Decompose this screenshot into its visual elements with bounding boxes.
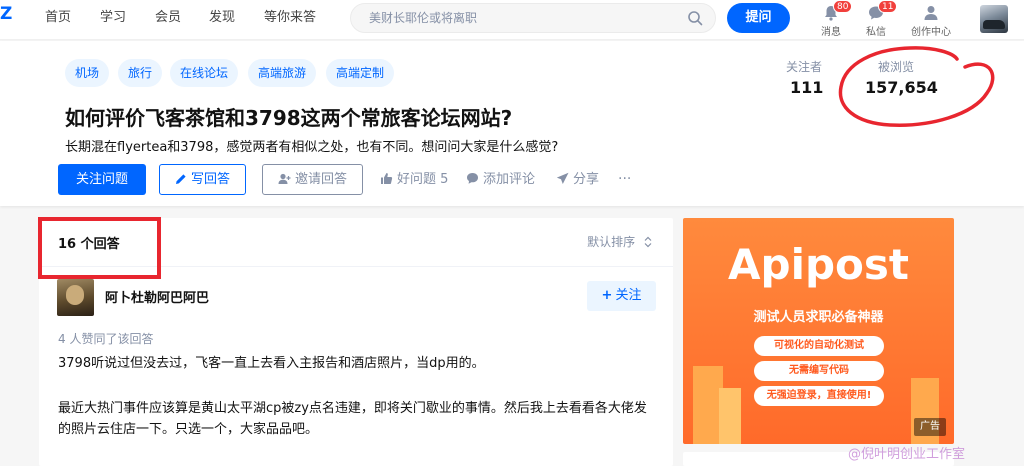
invite-answer-label: 邀请回答 (294, 172, 347, 187)
thumbs-up-icon (381, 173, 393, 184)
question-title: 如何评价飞客茶馆和3798这两个常旅客论坛网站? (65, 106, 513, 130)
search-box[interactable] (350, 3, 716, 33)
sort-dropdown[interactable]: 默认排序 (587, 233, 653, 250)
nav-learn[interactable]: 学习 (100, 0, 126, 40)
write-answer-button[interactable]: 写回答 (159, 164, 246, 195)
add-comment-label: 添加评论 (483, 172, 536, 187)
annotation-rectangle (38, 217, 161, 279)
sort-chevrons-icon (644, 236, 652, 248)
zhihu-logo[interactable]: Z (0, 4, 12, 24)
nav-discover[interactable]: 发现 (209, 0, 235, 40)
invite-answer-button[interactable]: 邀请回答 (262, 164, 363, 195)
share-button[interactable]: 分享 (556, 164, 599, 195)
comment-icon (467, 173, 478, 184)
ad-label: 广告 (914, 418, 946, 436)
topic-tag[interactable]: 高端定制 (326, 59, 395, 87)
add-user-icon (278, 173, 291, 184)
ask-question-button[interactable]: 提问 (727, 3, 790, 33)
ad-feature-pill: 无需编写代码 (754, 361, 884, 381)
topic-tag[interactable]: 在线论坛 (170, 59, 239, 87)
answer-paragraph: 3798听说过但没去过，飞客一直上去看入主报告和酒店照片，当dp用的。 (58, 356, 485, 371)
follow-author-label: 关注 (615, 288, 642, 303)
follow-author-button[interactable]: + 关注 (587, 281, 656, 311)
topic-tag[interactable]: 机场 (65, 59, 110, 87)
nav-vip[interactable]: 会员 (155, 0, 181, 40)
topic-tag[interactable]: 旅行 (118, 59, 163, 87)
ad-feature-pill: 无强迫登录，直接使用! (754, 386, 884, 406)
person-icon (924, 6, 938, 20)
top-navigation-bar: Z 首页 学习 会员 发现 等你来答 提问 80 消息 11 私信 创作中心 (0, 0, 1024, 40)
voters-count[interactable]: 4 人赞同了该回答 (58, 330, 153, 347)
ad-feature-pill: 可视化的自动化测试 (754, 336, 884, 356)
author-avatar[interactable] (57, 279, 94, 316)
topic-tag[interactable]: 高端旅游 (248, 59, 317, 87)
pencil-icon (175, 174, 186, 184)
nav-waiting-answers[interactable]: 等你来答 (264, 0, 316, 40)
plus-icon: + (601, 288, 613, 303)
notifications-button[interactable]: 80 消息 (807, 0, 855, 38)
share-label: 分享 (573, 172, 600, 187)
good-question-button[interactable]: 好问题 5 (380, 164, 448, 195)
building-graphic (719, 388, 741, 444)
add-comment-button[interactable]: 添加评论 (466, 164, 535, 195)
search-icon[interactable] (687, 10, 703, 26)
ad-subtitle: 测试人员求职必备神器 (753, 310, 884, 325)
sort-label: 默认排序 (587, 235, 636, 249)
messages-button[interactable]: 11 私信 (852, 0, 900, 38)
followers-count[interactable]: 111 (790, 78, 823, 97)
more-options-button[interactable]: ··· (618, 164, 631, 195)
followers-label: 关注者 (786, 60, 823, 74)
watermark: @倪叶明创业工作室 (848, 447, 966, 462)
advertisement-card[interactable]: Apipost 测试人员求职必备神器 可视化的自动化测试 无需编写代码 无强迫登… (683, 218, 954, 444)
question-description: 长期混在flyertea和3798，感觉两者有相似之处，也有不同。想问问大家是什… (65, 140, 559, 155)
author-name[interactable]: 阿卜杜勒阿巴阿巴 (105, 287, 209, 306)
ad-brand: Apipost (728, 240, 909, 289)
messages-label: 私信 (866, 27, 886, 38)
nav-home[interactable]: 首页 (45, 0, 71, 40)
paper-plane-icon (556, 172, 569, 184)
notification-count-badge: 80 (833, 0, 853, 13)
answer-paragraph: 最近大热门事件应该算是黄山太平湖cp被zy点名违建，即将关门歇业的事情。然后我上… (58, 401, 647, 437)
message-count-badge: 11 (878, 0, 898, 13)
notifications-label: 消息 (821, 27, 841, 38)
write-answer-label: 写回答 (190, 172, 230, 187)
follow-question-button[interactable]: 关注问题 (58, 164, 146, 195)
creator-center-label: 创作中心 (911, 27, 951, 38)
user-avatar[interactable] (980, 5, 1008, 33)
search-input[interactable] (369, 8, 669, 28)
good-question-label: 好问题 5 (397, 172, 449, 187)
creator-center-button[interactable]: 创作中心 (905, 2, 957, 38)
annotation-ellipse (838, 46, 995, 127)
